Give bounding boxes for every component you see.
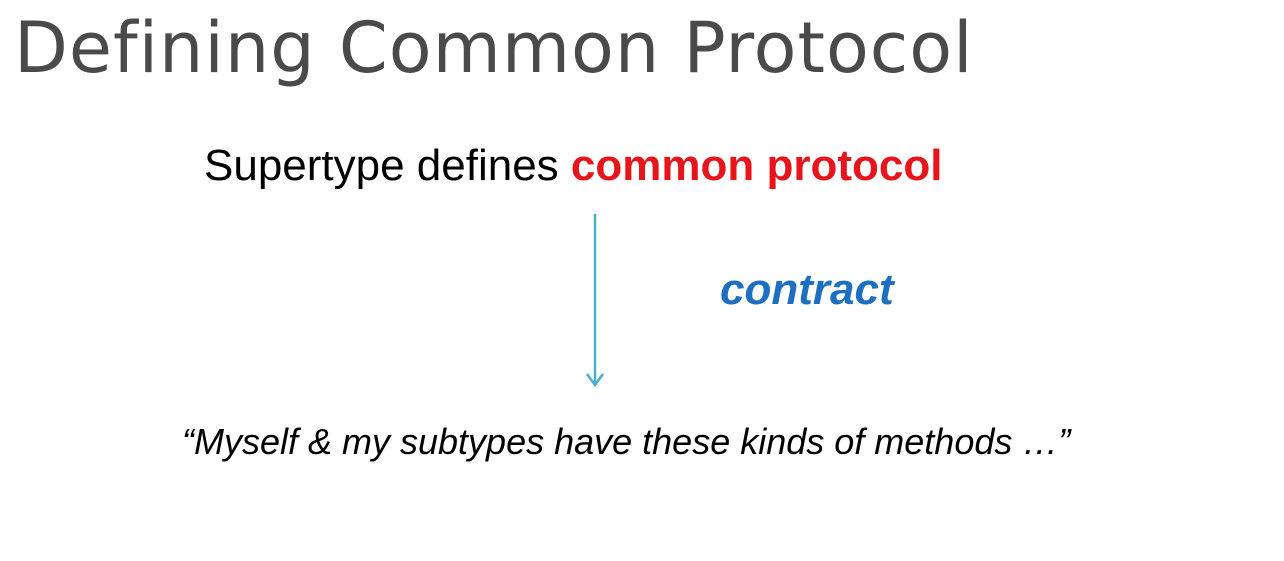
statement-prefix: Supertype defines — [204, 141, 571, 190]
slide: Defining Common Protocol Supertype defin… — [0, 0, 1284, 561]
statement-line: Supertype defines common protocol — [204, 138, 942, 194]
quote-text: “Myself & my subtypes have these kinds o… — [182, 421, 1071, 462]
arrow-label: contract — [720, 265, 894, 314]
statement-highlight: common protocol — [570, 141, 943, 190]
down-arrow-icon — [585, 214, 605, 388]
slide-title: Defining Common Protocol — [14, 7, 974, 89]
